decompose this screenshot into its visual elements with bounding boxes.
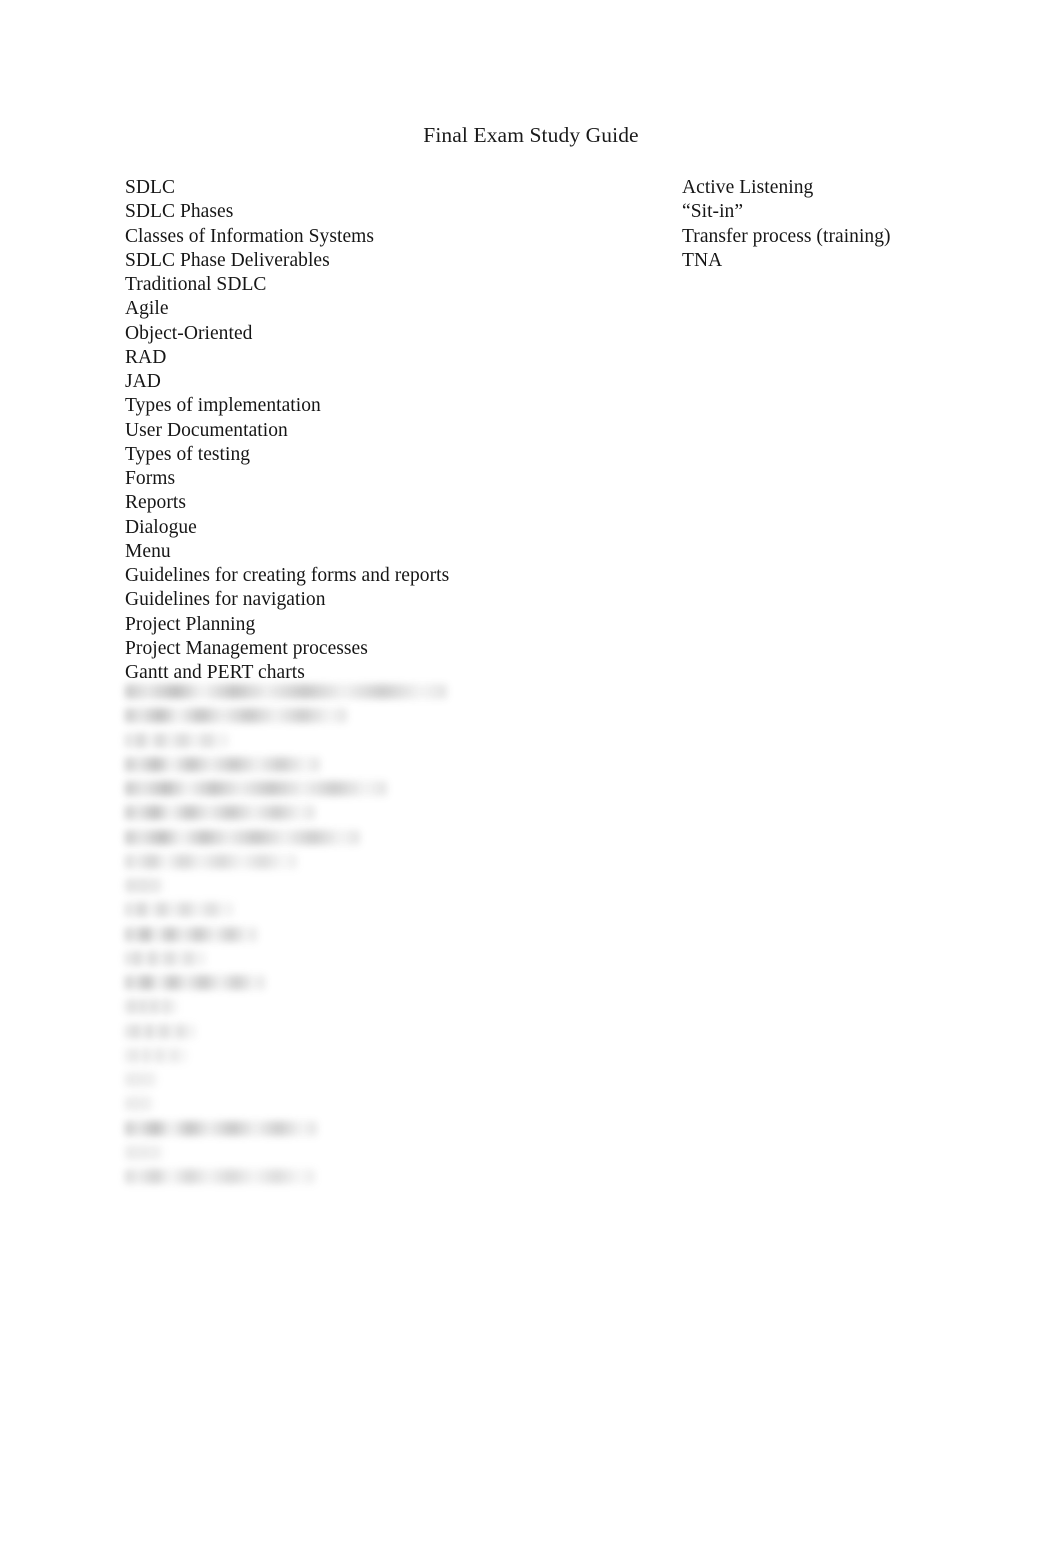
topics-column-left: SDLC SDLC Phases Classes of Information … bbox=[125, 176, 645, 685]
topic-item: Menu bbox=[125, 540, 171, 562]
redacted-topic-line bbox=[125, 874, 545, 898]
topic-item: Project Management processes bbox=[125, 637, 368, 659]
redaction-smudge bbox=[125, 732, 228, 748]
redaction-smudge bbox=[125, 878, 163, 893]
redaction-smudge bbox=[125, 684, 447, 699]
topics-column-right: Active Listening “Sit-in” Transfer proce… bbox=[682, 176, 1012, 273]
document-page: Final Exam Study Guide SDLC SDLC Phases … bbox=[0, 0, 1062, 1556]
topic-item: SDLC bbox=[125, 177, 176, 198]
redacted-topic-line bbox=[125, 680, 545, 704]
redaction-smudge bbox=[125, 829, 360, 845]
topic-item: JAD bbox=[125, 371, 161, 392]
topic-item: Transfer process (training) bbox=[682, 225, 891, 247]
redaction-smudge bbox=[125, 902, 233, 918]
topic-item: Types of implementation bbox=[125, 395, 321, 417]
redacted-topic-line bbox=[125, 729, 545, 753]
topic-item: Forms bbox=[125, 468, 176, 489]
topic-item: RAD bbox=[125, 346, 167, 368]
topic-item: Guidelines for creating forms and report… bbox=[125, 565, 450, 586]
topic-item: Dialogue bbox=[125, 516, 197, 538]
redaction-smudge bbox=[125, 975, 265, 990]
redacted-topic-line bbox=[125, 1044, 545, 1068]
redaction-smudge bbox=[125, 1096, 153, 1112]
topic-item: Traditional SDLC bbox=[125, 274, 267, 295]
redaction-smudge bbox=[125, 1047, 187, 1063]
redaction-smudge bbox=[125, 926, 257, 942]
redacted-topic-line bbox=[125, 1165, 545, 1189]
redaction-smudge bbox=[125, 805, 315, 821]
topic-item: Guidelines for navigation bbox=[125, 589, 326, 611]
redacted-topic-line bbox=[125, 971, 545, 995]
redacted-topic-line bbox=[125, 995, 545, 1019]
redacted-topic-line bbox=[125, 753, 545, 777]
redacted-topic-line bbox=[125, 1020, 545, 1044]
redacted-topic-line bbox=[125, 777, 545, 801]
topic-item: SDLC Phase Deliverables bbox=[125, 249, 330, 271]
redacted-topic-line bbox=[125, 704, 545, 728]
redacted-topic-line bbox=[125, 1141, 545, 1165]
redaction-smudge bbox=[125, 999, 177, 1015]
redaction-smudge bbox=[125, 1144, 163, 1160]
topic-item: Project Planning bbox=[125, 613, 256, 635]
redacted-topic-line bbox=[125, 1092, 545, 1116]
topic-item: Active Listening bbox=[682, 177, 814, 198]
redaction-smudge bbox=[125, 1072, 157, 1087]
topic-item: “Sit-in” bbox=[682, 201, 744, 223]
redacted-topic-line bbox=[125, 850, 545, 874]
redaction-smudge bbox=[125, 756, 320, 772]
page-title: Final Exam Study Guide bbox=[423, 123, 639, 147]
topic-item: SDLC Phases bbox=[125, 201, 234, 223]
redacted-topic-line bbox=[125, 947, 545, 971]
redaction-smudge bbox=[125, 950, 205, 966]
topic-item: Types of testing bbox=[125, 443, 251, 465]
redaction-smudge bbox=[125, 781, 387, 796]
redaction-smudge bbox=[125, 853, 297, 869]
redacted-topic-line bbox=[125, 1068, 545, 1092]
redaction-smudge bbox=[125, 1120, 317, 1136]
redaction-smudge bbox=[125, 708, 347, 724]
redaction-smudge bbox=[125, 1023, 195, 1039]
redacted-topic-line bbox=[125, 826, 545, 850]
redacted-topic-line bbox=[125, 923, 545, 947]
topic-item: Classes of Information Systems bbox=[125, 225, 375, 247]
redacted-topic-line bbox=[125, 801, 545, 825]
topic-item: Object-Oriented bbox=[125, 322, 253, 344]
redacted-topic-line bbox=[125, 898, 545, 922]
redaction-smudge bbox=[125, 1169, 315, 1184]
topic-item: Agile bbox=[125, 298, 169, 320]
topic-item: User Documentation bbox=[125, 419, 288, 441]
topic-item: TNA bbox=[682, 249, 723, 271]
redacted-topic-line bbox=[125, 1117, 545, 1141]
topic-item: Reports bbox=[125, 492, 187, 514]
redacted-topics-region bbox=[125, 680, 545, 1189]
